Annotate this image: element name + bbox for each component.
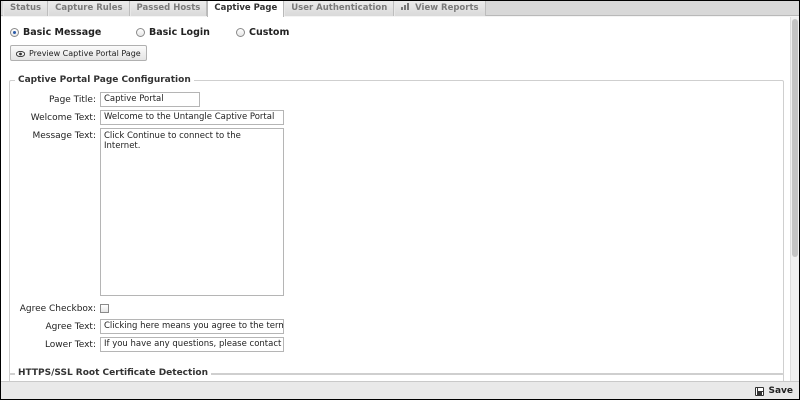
tab-label: View Reports (415, 3, 479, 13)
tab-user-authentication[interactable]: User Authentication (284, 1, 395, 16)
radio-unchecked-icon (236, 27, 245, 37)
tab-capture-rules[interactable]: Capture Rules (48, 1, 130, 16)
https-root-cert-fieldset: HTTPS/SSL Root Certificate Detection (9, 368, 784, 381)
tab-label: Capture Rules (55, 3, 123, 13)
tab-status[interactable]: Status (3, 1, 49, 16)
fieldset-legend: Captive Portal Page Configuration (15, 75, 194, 85)
fieldset-legend: HTTPS/SSL Root Certificate Detection (15, 368, 211, 378)
tab-view-reports[interactable]: View Reports (394, 1, 486, 16)
tab-label: Status (10, 3, 42, 13)
welcome-text-input[interactable]: Welcome to the Untangle Captive Portal (100, 110, 284, 125)
tab-label: Captive Page (214, 3, 278, 13)
app-frame: Status Capture Rules Passed Hosts Captiv… (1, 1, 799, 399)
tab-passed-hosts[interactable]: Passed Hosts (129, 1, 208, 16)
save-button[interactable]: Save (755, 384, 793, 398)
tab-label: Passed Hosts (136, 3, 201, 13)
scrollbar-thumb[interactable] (792, 19, 798, 257)
lower-text-input[interactable]: If you have any questions, please contac… (100, 337, 284, 352)
captive-portal-config-fieldset: Captive Portal Page Configuration Page T… (9, 75, 784, 375)
page-title-label: Page Title: (49, 95, 96, 105)
agree-checkbox-label: Agree Checkbox: (19, 304, 96, 314)
agree-checkbox[interactable] (100, 304, 109, 313)
save-button-label: Save (768, 386, 793, 396)
radio-basic-message[interactable]: Basic Message (10, 26, 101, 38)
radio-label: Custom (249, 26, 290, 38)
lower-text-label: Lower Text: (44, 340, 96, 350)
radio-label: Basic Message (23, 26, 102, 38)
message-text-label: Message Text: (32, 131, 96, 141)
chart-icon (401, 3, 413, 12)
radio-unchecked-icon (136, 27, 145, 37)
agree-text-input[interactable]: Clicking here means you agree to the ter… (100, 319, 284, 334)
page-title-input[interactable]: Captive Portal (100, 92, 200, 107)
radio-checked-icon (10, 27, 19, 37)
welcome-text-label: Welcome Text: (30, 113, 96, 123)
page-type-radio-group: Basic Message Basic Login Custom (10, 26, 410, 38)
radio-label: Basic Login (149, 26, 210, 38)
vertical-scrollbar[interactable] (790, 17, 799, 381)
tab-bar: Status Capture Rules Passed Hosts Captiv… (1, 1, 799, 17)
save-icon (755, 386, 765, 396)
preview-captive-portal-button[interactable]: Preview Captive Portal Page (10, 45, 147, 61)
agree-text-label: Agree Text: (45, 322, 96, 332)
radio-custom[interactable]: Custom (236, 26, 289, 38)
preview-button-label: Preview Captive Portal Page (29, 48, 141, 58)
captive-page-panel: Basic Message Basic Login Custom Preview… (1, 17, 790, 381)
eye-icon (15, 50, 26, 58)
radio-basic-login[interactable]: Basic Login (136, 26, 210, 38)
tab-captive-page[interactable]: Captive Page (207, 1, 285, 17)
footer-toolbar: Save (1, 381, 799, 399)
tab-label: User Authentication (291, 3, 388, 13)
message-text-textarea[interactable]: Click Continue to connect to the Interne… (100, 128, 284, 296)
